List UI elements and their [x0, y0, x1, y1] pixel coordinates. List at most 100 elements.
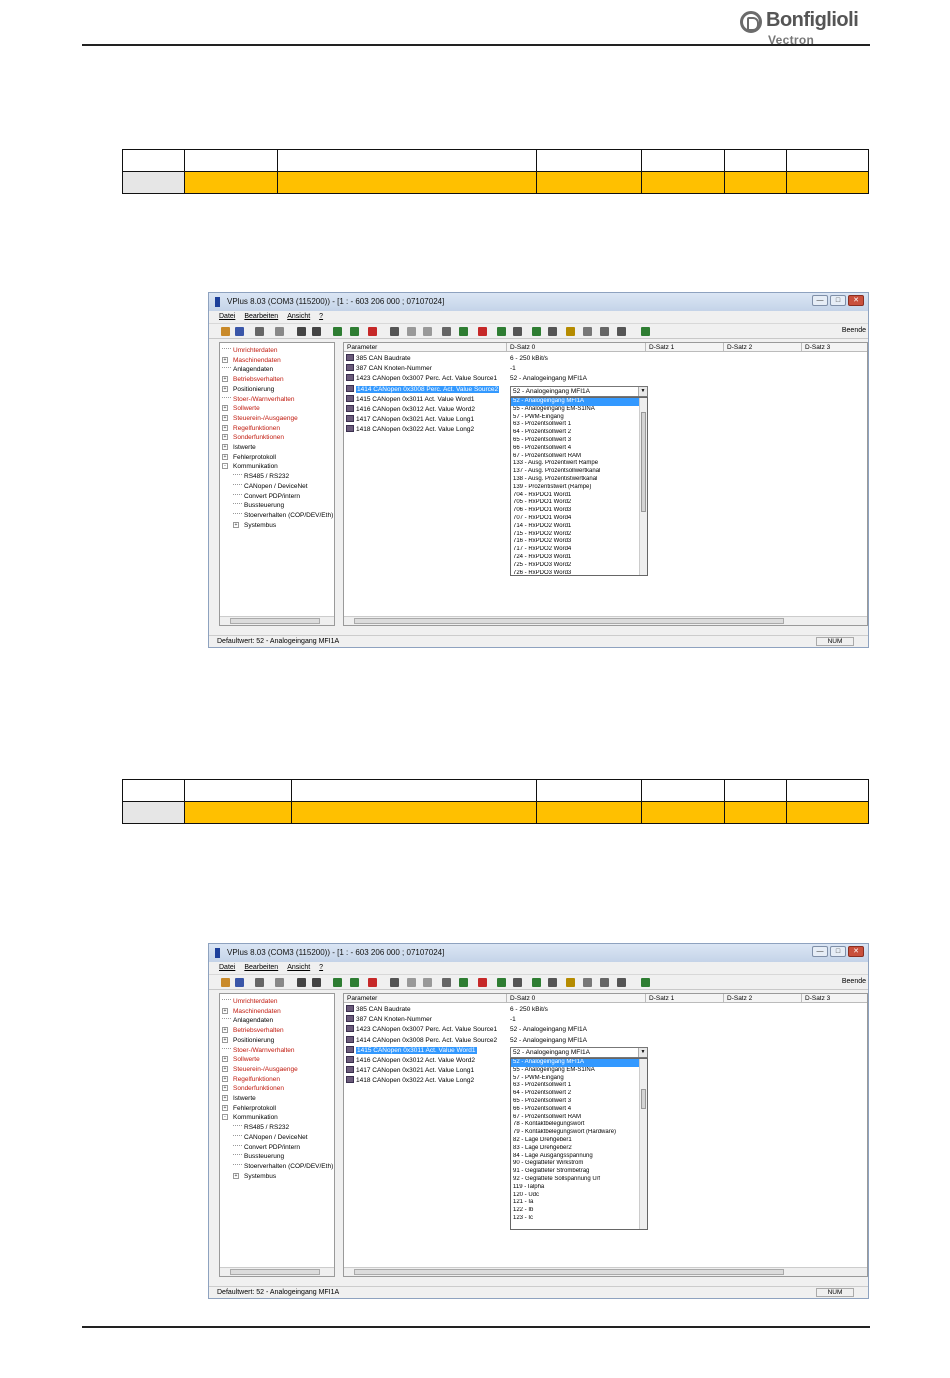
tree-item[interactable]: + Sollwerte — [222, 404, 260, 414]
undo-icon[interactable] — [407, 327, 416, 336]
wand-icon[interactable] — [497, 978, 506, 987]
parameter-value[interactable]: 6 - 250 kBit/s — [510, 1005, 548, 1015]
expand-icon[interactable]: + — [222, 434, 228, 441]
dropdown-option[interactable]: 123 - Ic — [511, 1215, 647, 1223]
help-icon[interactable] — [641, 978, 650, 987]
print-icon[interactable] — [255, 978, 264, 987]
write-down-icon[interactable] — [368, 978, 377, 987]
print-icon[interactable] — [255, 327, 264, 336]
tree-item[interactable]: + Positionierung — [222, 385, 274, 395]
tree-item[interactable]: Stoer-/Warnverhalten — [222, 395, 295, 405]
monitor-icon[interactable] — [532, 978, 541, 987]
page-icon[interactable] — [583, 327, 592, 336]
tree-item[interactable]: CANopen / DeviceNet — [233, 482, 308, 492]
column-dsatz-0[interactable]: D-Satz 0 — [507, 343, 646, 352]
close-icon[interactable]: ✕ — [848, 295, 864, 306]
grid-horizontal-scrollbar[interactable] — [344, 1267, 867, 1276]
upload-icon[interactable] — [333, 978, 342, 987]
dropdown-option[interactable]: 64 - Prozentsollwert 2 — [511, 1090, 647, 1098]
edit-icon[interactable] — [600, 327, 609, 336]
dropdown-scrollbar[interactable] — [639, 1059, 647, 1229]
graph-icon[interactable] — [513, 327, 522, 336]
calculator-icon[interactable] — [478, 978, 487, 987]
dropdown-option[interactable]: 65 - Prozentsollwert 3 — [511, 437, 647, 445]
expand-icon[interactable]: + — [222, 444, 228, 450]
chevron-down-icon[interactable]: ▼ — [638, 387, 647, 396]
expand-icon[interactable]: + — [233, 1172, 239, 1179]
dropdown-option[interactable]: 716 - RxPDO2 Word3 — [511, 538, 647, 546]
parameter-value[interactable]: -1 — [510, 1015, 516, 1025]
expand-icon[interactable]: + — [222, 1007, 228, 1014]
menu-ansicht[interactable]: Ansicht — [287, 962, 310, 974]
value-combobox[interactable]: 52 - Analogeingang MFI1A ▼ — [510, 1047, 648, 1058]
menu-datei[interactable]: Datei — [219, 962, 235, 974]
toolbar-close-label[interactable]: Beende — [842, 978, 866, 985]
tree-item[interactable]: Stoerverhalten (COP/DEV/Eth) — [233, 511, 333, 521]
dropdown-option[interactable]: 52 - Analogeingang MFI1A — [511, 1059, 647, 1067]
tree-item[interactable]: + Maschinendaten — [222, 356, 281, 366]
display-icon[interactable] — [548, 978, 557, 987]
tree-item[interactable]: RS485 / RS232 — [233, 1123, 289, 1133]
parameter-row[interactable]: 1423 CANopen 0x3007 Perc. Act. Value Sou… — [346, 374, 497, 384]
expand-icon[interactable]: + — [222, 405, 228, 412]
dropdown-option[interactable]: 707 - RxPDO1 Word4 — [511, 515, 647, 523]
dropdown-option[interactable]: 717 - RxPDO2 Word4 — [511, 546, 647, 554]
dropdown-option[interactable]: 79 - Kontaktbelegungswort (Hardware) — [511, 1129, 647, 1137]
expand-icon[interactable]: + — [222, 1056, 228, 1063]
dropdown-option[interactable]: 84 - Lage Ausgangsspannung — [511, 1153, 647, 1161]
tree-item[interactable]: + Betriebsverhalten — [222, 1026, 284, 1036]
transfer-icon[interactable] — [617, 978, 626, 987]
open-icon[interactable] — [221, 327, 230, 336]
expand-icon[interactable]: + — [222, 1036, 228, 1043]
expand-icon[interactable]: + — [222, 356, 228, 363]
column-dsatz-3[interactable]: D-Satz 3 — [802, 994, 867, 1003]
info-icon[interactable] — [442, 327, 451, 336]
value-dropdown-list[interactable]: 52 - Analogeingang MFI1A 55 - Analogeinga… — [510, 1058, 648, 1230]
edit-icon[interactable] — [600, 978, 609, 987]
tree-item[interactable]: + Istwerte — [222, 1094, 256, 1104]
dropdown-option[interactable]: 57 - PWM-Eingang — [511, 414, 647, 422]
parameter-value[interactable]: 6 - 250 kBit/s — [510, 354, 548, 364]
save-icon[interactable] — [235, 327, 244, 336]
save-icon[interactable] — [235, 978, 244, 987]
column-parameter[interactable]: Parameter — [344, 343, 507, 352]
parameter-row[interactable]: 1418 CANopen 0x3022 Act. Value Long2 — [346, 1076, 474, 1086]
tree-item[interactable]: Convert PDP/intern — [233, 492, 300, 502]
toolbar-close-label[interactable]: Beende — [842, 327, 866, 334]
dropdown-option[interactable]: 67 - Prozentsollwert RAM — [511, 1114, 647, 1122]
tree-item[interactable]: + Maschinendaten — [222, 1007, 281, 1017]
tree-item[interactable]: Anlagendaten — [222, 365, 273, 375]
dropdown-scrollbar[interactable] — [639, 398, 647, 575]
dropdown-option[interactable]: 724 - RxPDO3 Word1 — [511, 554, 647, 562]
transfer-icon[interactable] — [617, 327, 626, 336]
write-up-icon[interactable] — [350, 327, 359, 336]
dropdown-option[interactable]: 90 - Geglätteter Wirkstrom — [511, 1160, 647, 1168]
parameter-row[interactable]: 385 CAN Baudrate — [346, 354, 411, 364]
dropdown-option[interactable]: 55 - Analogeingang EM-S1INA — [511, 1067, 647, 1075]
collapse-icon[interactable]: - — [222, 1114, 228, 1121]
parameter-value[interactable]: 52 - Analogeingang MFI1A — [510, 1025, 587, 1035]
menu-bearbeiten[interactable]: Bearbeiten — [244, 311, 278, 323]
info-icon[interactable] — [442, 978, 451, 987]
tree-horizontal-scrollbar[interactable] — [220, 616, 334, 625]
parameter-row[interactable]: 1414 CANopen 0x3008 Perc. Act. Value Sou… — [346, 1035, 497, 1046]
grid-horizontal-scrollbar[interactable] — [344, 616, 867, 625]
expand-icon[interactable]: + — [222, 1027, 228, 1034]
write-up-icon[interactable] — [350, 978, 359, 987]
menu-help[interactable]: ? — [319, 962, 323, 974]
expand-icon[interactable]: + — [222, 385, 228, 392]
parameter-row[interactable]: 1418 CANopen 0x3022 Act. Value Long2 — [346, 425, 474, 435]
column-dsatz-1[interactable]: D-Satz 1 — [646, 343, 724, 352]
dropdown-option[interactable]: 705 - RxPDO1 Word2 — [511, 499, 647, 507]
display-icon[interactable] — [548, 327, 557, 336]
dropdown-option[interactable]: 92 - Geglättete Sollspannung U/f — [511, 1176, 647, 1184]
expand-icon[interactable]: + — [233, 521, 239, 528]
parameter-row[interactable]: 1415 CANopen 0x3011 Act. Value Word1 — [346, 394, 475, 405]
close-icon[interactable]: ✕ — [848, 946, 864, 957]
dropdown-option[interactable]: 63 - Prozentsollwert 1 — [511, 1082, 647, 1090]
tree-item[interactable]: + Steuerein-/Ausgaenge — [222, 414, 298, 424]
maximize-icon[interactable]: □ — [830, 295, 846, 306]
expand-icon[interactable]: + — [222, 1095, 228, 1101]
wand-icon[interactable] — [497, 327, 506, 336]
minimize-icon[interactable]: — — [812, 946, 828, 957]
